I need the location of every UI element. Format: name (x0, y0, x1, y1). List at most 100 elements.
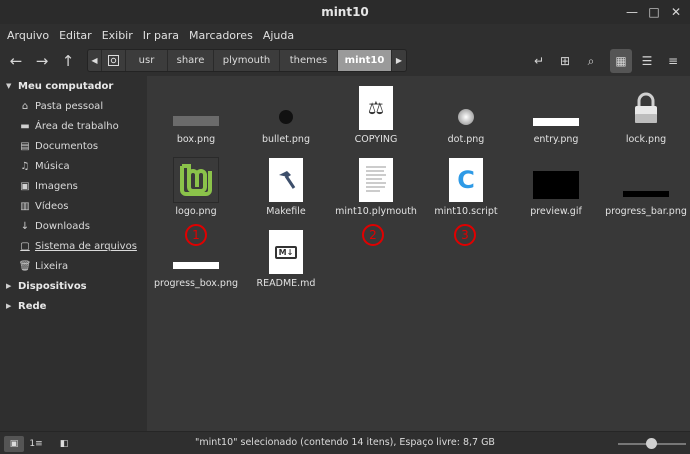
file-item[interactable]: C mint10.script (421, 156, 511, 217)
file-label: bullet.png (261, 134, 310, 145)
zoom-slider-handle[interactable] (646, 438, 657, 449)
status-text: "mint10" selecionado (contendo 14 itens)… (195, 437, 495, 448)
sidebar-item-trash[interactable]: 🗑 Lixeira (0, 256, 147, 276)
file-item[interactable]: progress_bar.png (601, 156, 690, 217)
file-item[interactable]: ⚖ COPYING (331, 84, 421, 145)
entry-thumbnail (533, 118, 579, 126)
sidebar-header-computer[interactable]: ▼ Meu computador (0, 76, 147, 96)
path-right-arrow-icon[interactable]: ▶ (392, 50, 406, 71)
minimize-icon[interactable]: — (622, 2, 642, 22)
sidebar-item-desktop[interactable]: ▬ Área de trabalho (0, 116, 147, 136)
file-item[interactable]: mint10.plymouth (331, 156, 421, 217)
menu-marcadores[interactable]: Marcadores (184, 29, 258, 42)
file-label: Makefile (266, 206, 306, 217)
sidebar-header-devices[interactable]: ▶ Dispositivos (0, 276, 147, 296)
file-label: lock.png (625, 134, 667, 145)
title-bar: mint10 — □ ✕ (0, 0, 690, 24)
mint-logo-icon (173, 157, 219, 203)
file-item[interactable]: entry.png (511, 84, 601, 145)
file-item[interactable]: logo.png (151, 156, 241, 217)
menu-exibir[interactable]: Exibir (97, 29, 138, 42)
file-item[interactable]: Makefile (241, 156, 331, 217)
videos-icon: ▥ (20, 200, 30, 212)
file-grid: box.png bullet.png ⚖ COPYING dot.png ent… (147, 76, 690, 431)
expand-triangle-icon: ▶ (6, 302, 12, 310)
menu-arquivo[interactable]: Arquivo (2, 29, 54, 42)
file-label: preview.gif (530, 206, 582, 217)
menu-bar: Arquivo Editar Exibir Ir para Marcadores… (0, 24, 690, 46)
markdown-icon: M↓ (269, 230, 303, 274)
trash-icon: 🗑 (18, 260, 32, 272)
sidebar-item-documents[interactable]: ▤ Documentos (0, 136, 147, 156)
sidebar-item-home[interactable]: ⌂ Pasta pessoal (0, 96, 147, 116)
file-manager-window: mint10 — □ ✕ Arquivo Editar Exibir Ir pa… (0, 0, 690, 454)
menu-editar[interactable]: Editar (54, 29, 97, 42)
search-icon[interactable]: ⌕ (580, 49, 602, 73)
sidebar-header-network[interactable]: ▶ Rede (0, 296, 147, 316)
sidebar: ▼ Meu computador ⌂ Pasta pessoal ▬ Área de … (0, 76, 147, 431)
file-item[interactable]: M↓ README.md (241, 228, 331, 289)
breadcrumb: ◀ usr share plymouth themes mint10 ▶ (87, 49, 407, 72)
expand-triangle-icon: ▶ (6, 282, 12, 290)
sidebar-item-videos[interactable]: ▥ Vídeos (0, 196, 147, 216)
progress-bar-thumbnail (623, 191, 669, 197)
file-label: progress_box.png (153, 278, 239, 289)
documents-icon: ▤ (20, 140, 30, 152)
text-document-icon (359, 158, 393, 202)
path-themes[interactable]: themes (280, 50, 338, 71)
filesystem-root-icon[interactable] (102, 50, 126, 71)
file-label: entry.png (533, 134, 579, 145)
path-left-arrow-icon[interactable]: ◀ (88, 50, 102, 71)
collapse-triangle-icon: ▼ (6, 82, 12, 90)
close-icon[interactable]: ✕ (666, 2, 686, 22)
file-label: mint10.script (434, 206, 498, 217)
file-label: COPYING (354, 134, 398, 145)
music-icon: ♫ (20, 160, 30, 172)
back-arrow-icon[interactable]: ← (4, 49, 28, 73)
sidebar-item-music[interactable]: ♫ Música (0, 156, 147, 176)
path-share[interactable]: share (168, 50, 214, 71)
path-plymouth[interactable]: plymouth (214, 50, 280, 71)
hammer-icon (269, 158, 303, 202)
window-title: mint10 (321, 5, 369, 19)
forward-arrow-icon[interactable]: → (30, 49, 54, 73)
file-label: progress_bar.png (605, 206, 687, 217)
menu-ajuda[interactable]: Ajuda (258, 29, 299, 42)
menu-ir-para[interactable]: Ir para (138, 29, 184, 42)
downloads-icon: ↓ (20, 220, 30, 232)
file-label: mint10.plymouth (335, 206, 417, 217)
list-view-icon[interactable]: ☰ (636, 49, 658, 73)
compact-view-icon[interactable]: ≡ (662, 49, 684, 73)
box-thumbnail (173, 116, 219, 126)
up-arrow-icon[interactable]: ↑ (56, 49, 80, 73)
lock-icon (635, 92, 657, 123)
preview-thumbnail (533, 171, 579, 199)
file-item[interactable]: box.png (151, 84, 241, 145)
file-item[interactable]: lock.png (601, 84, 690, 145)
toggle-location-icon[interactable]: ↵ (528, 49, 550, 73)
c-source-icon: C (449, 158, 483, 202)
sidebar-item-pictures[interactable]: ▣ Imagens (0, 176, 147, 196)
file-item[interactable]: bullet.png (241, 84, 331, 145)
dot-thumbnail (458, 109, 474, 125)
new-folder-icon[interactable]: ⊞ (554, 49, 576, 73)
file-label: box.png (176, 134, 216, 145)
icon-view-icon[interactable]: ▦ (610, 49, 632, 73)
path-mint10[interactable]: mint10 (338, 50, 392, 71)
license-scales-icon: ⚖ (359, 86, 393, 130)
annotation-marker: 2 (362, 224, 384, 246)
pictures-icon: ▣ (20, 180, 30, 192)
desktop-icon: ▬ (20, 120, 30, 132)
sidebar-item-downloads[interactable]: ↓ Downloads (0, 216, 147, 236)
progress-box-thumbnail (173, 261, 219, 269)
file-label: logo.png (175, 206, 217, 217)
file-item[interactable]: dot.png (421, 84, 511, 145)
sidebar-item-filesystem[interactable]: ▢ Sistema de arquivos (0, 236, 147, 256)
file-label: README.md (256, 278, 316, 289)
file-item[interactable]: preview.gif (511, 156, 601, 217)
maximize-icon[interactable]: □ (644, 2, 664, 22)
filesystem-icon: ▢ (20, 240, 30, 252)
bullet-thumbnail (279, 110, 293, 124)
file-label: dot.png (447, 134, 485, 145)
path-usr[interactable]: usr (126, 50, 168, 71)
